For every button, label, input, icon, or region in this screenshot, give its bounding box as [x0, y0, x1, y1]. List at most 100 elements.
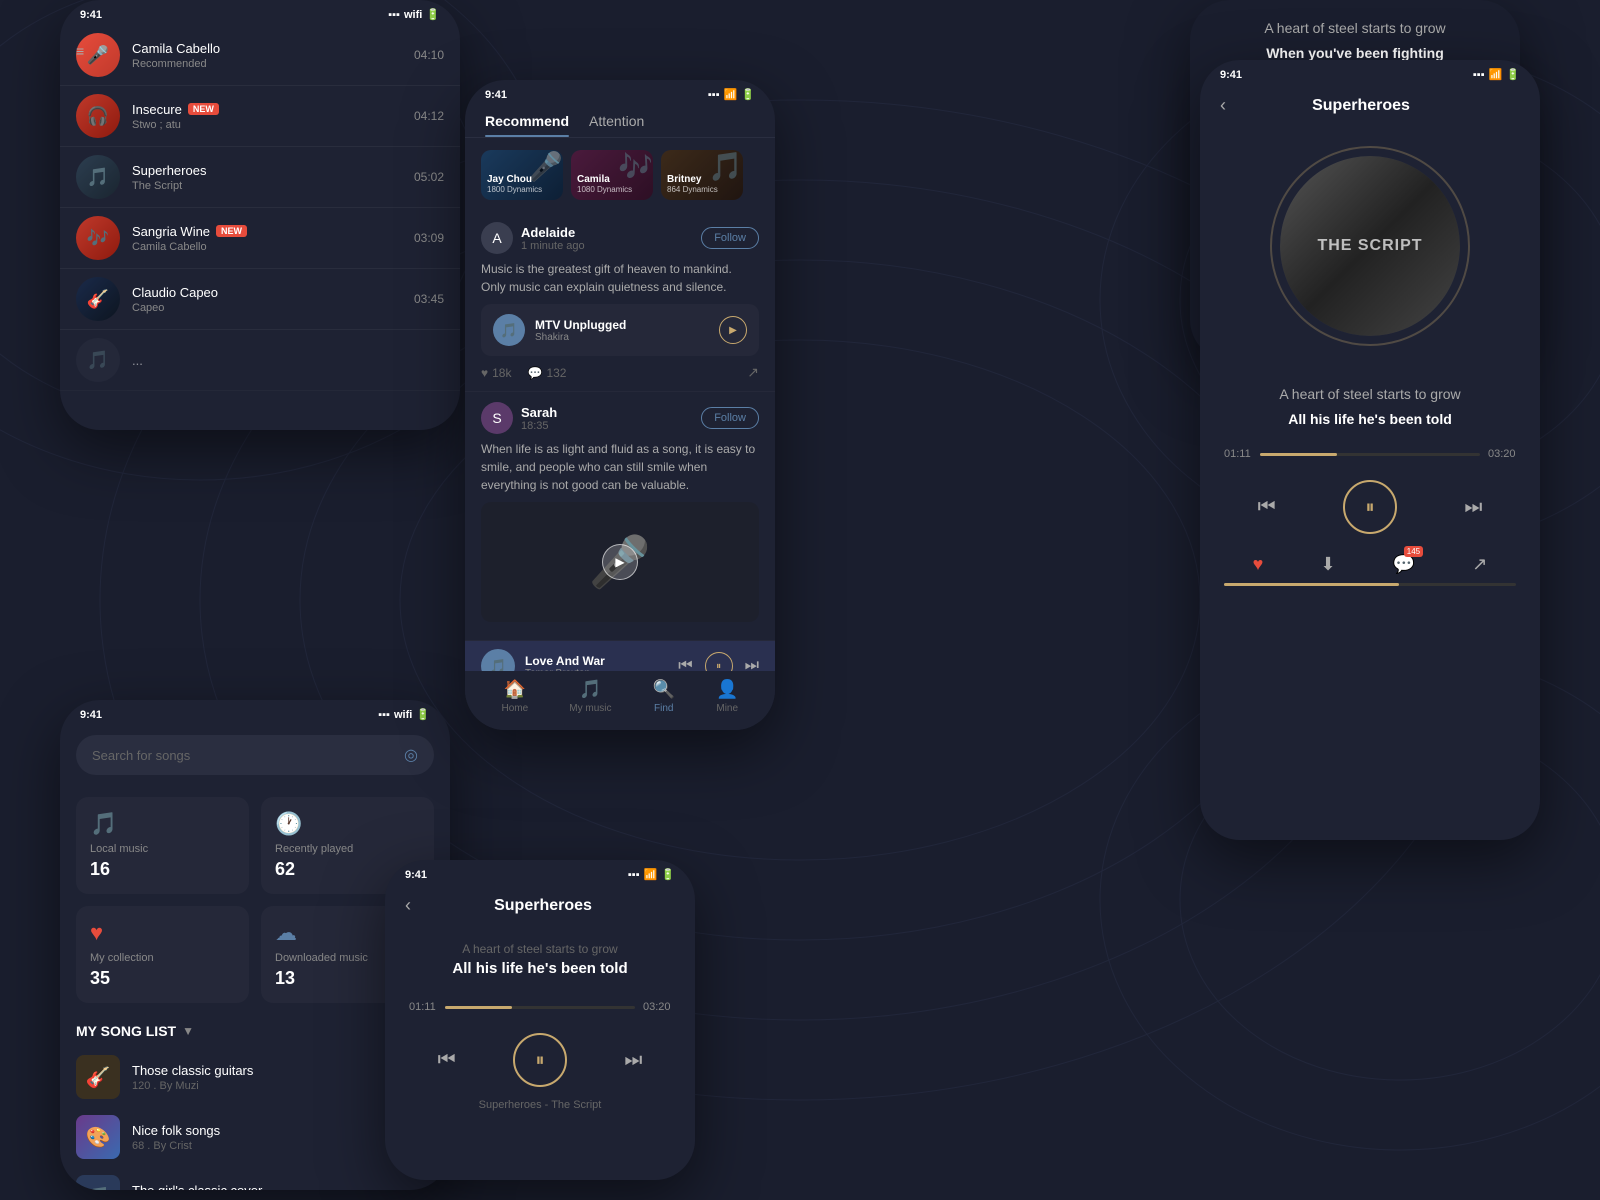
rec-card-1[interactable]: 🎶 Camila 1080 Dynamics — [571, 150, 653, 200]
follow-button-1[interactable]: Follow — [701, 407, 759, 429]
heart-button-pf[interactable]: ♥ — [1253, 554, 1264, 575]
album-art-bw: THE SCRIPT — [1280, 156, 1460, 336]
rec-card-name-1: Camila — [577, 174, 647, 185]
song-avatar-1: 🎧 — [76, 94, 120, 138]
play-circle-1[interactable]: ▶ — [602, 544, 638, 580]
nav-mymusic[interactable]: 🎵 My music — [569, 679, 611, 714]
signal-icon-lb: ▪▪▪ — [628, 869, 640, 881]
embed-avatar-0: 🎵 — [493, 314, 525, 346]
song-subtitle-2: The Script — [132, 180, 402, 192]
progress-track-lb[interactable] — [445, 1006, 635, 1009]
playlist-thumb-1: 🎨 — [76, 1115, 120, 1159]
song-item-3[interactable]: 🎶 Sangria Wine NEW Camila Cabello 03:09 — [60, 208, 460, 269]
song-duration-0: 04:10 — [414, 48, 444, 62]
subtitle-lb: Superheroes - The Script — [385, 1099, 695, 1119]
post-image-1: 🎤 ▶ — [481, 502, 759, 622]
album-art-inner: THE SCRIPT — [1280, 156, 1460, 336]
song-subtitle-3: Camila Cabello — [132, 241, 402, 253]
nav-home[interactable]: 🏠 Home — [502, 679, 529, 714]
library-card-local[interactable]: 🎵 Local music 16 — [76, 797, 249, 894]
song-subtitle-0: Recommended — [132, 58, 402, 70]
song-title-1: Insecure NEW — [132, 102, 402, 117]
progress-fill-pf — [1260, 453, 1337, 456]
wifi-icon-pf: 📶 — [1489, 68, 1503, 81]
rec-card-name-2: Britney — [667, 174, 737, 185]
recommend-cards: 🎤 Jay Chou 1800 Dynamics 🎶 Camila 1080 D… — [465, 138, 775, 212]
download-button-pf[interactable]: ⬇ — [1320, 554, 1335, 575]
song-item-4[interactable]: 🎸 Claudio Capeo Capeo 03:45 — [60, 269, 460, 330]
progress-bottom-pf[interactable] — [1224, 583, 1516, 586]
playlist-item-2[interactable]: 🎵 The girl's classic cover 45 . By Ava ⋮ — [60, 1167, 450, 1190]
embed-play-0[interactable]: ▶ — [719, 316, 747, 344]
player-controls-lb: ⏮ ⏸ ⏭ — [385, 1021, 695, 1099]
tab-recommend[interactable]: Recommend — [485, 113, 569, 137]
song-duration-2: 05:02 — [414, 170, 444, 184]
post-user-info-1: Sarah 18:35 — [521, 405, 693, 432]
playlist-info-1: Nice folk songs 68 . By Crist — [132, 1123, 406, 1152]
post-avatar-1: S — [481, 402, 513, 434]
song-info-3: Sangria Wine NEW Camila Cabello — [132, 224, 402, 253]
prev-button-pf[interactable]: ⏮ — [1258, 496, 1276, 519]
follow-button-0[interactable]: Follow — [701, 227, 759, 249]
share-0[interactable]: ↗ — [747, 364, 759, 381]
progress-track-pf[interactable] — [1260, 453, 1480, 456]
song-subtitle-1: Stwo ; atu — [132, 119, 402, 131]
comments-0[interactable]: 💬 132 — [527, 366, 566, 380]
song-info-1: Insecure NEW Stwo ; atu — [132, 102, 402, 131]
wifi-icon-1: wifi — [404, 9, 422, 21]
nav-find[interactable]: 🔍 Find — [653, 679, 675, 714]
status-bar-feed: 9:41 ▪▪▪ 📶 🔋 — [465, 80, 775, 105]
status-icons-1: ▪▪▪ wifi 🔋 — [388, 8, 440, 21]
progress-lb[interactable]: 01:11 03:20 — [385, 993, 695, 1021]
signal-icon-1: ▪▪▪ — [388, 9, 400, 21]
song-item-5[interactable]: 🎵 ... — [60, 330, 460, 391]
song-title-5: ... — [132, 353, 444, 368]
share-button-pf[interactable]: ↗ — [1472, 554, 1487, 575]
wifi-icon-lb: 📶 — [644, 868, 658, 881]
status-bar-1: 9:41 ▪▪▪ wifi 🔋 — [60, 0, 460, 25]
mini-title: Love And War — [525, 654, 668, 668]
time-end-lb: 03:20 — [643, 1001, 671, 1013]
next-button-pf[interactable]: ⏭ — [1464, 496, 1482, 519]
embed-title-0: MTV Unplugged — [535, 318, 709, 332]
next-button-lb[interactable]: ⏭ — [624, 1049, 642, 1072]
song-item-1[interactable]: 🎧 Insecure NEW Stwo ; atu 04:12 — [60, 86, 460, 147]
dots-menu-2[interactable]: ⋮ — [418, 1187, 434, 1190]
song-duration-4: 03:45 — [414, 292, 444, 306]
play-pause-button-pf[interactable]: ⏸ — [1343, 480, 1397, 534]
status-icons-lb: ▪▪▪ 📶 🔋 — [628, 868, 675, 881]
wifi-icon-lib: wifi — [394, 709, 412, 721]
status-time-feed: 9:41 — [485, 89, 507, 101]
new-badge-1: NEW — [188, 103, 219, 115]
time-start-lb: 01:11 — [409, 1001, 437, 1013]
phone-feed: 9:41 ▪▪▪ 📶 🔋 Recommend Attention 🎤 Jay C… — [465, 80, 775, 730]
library-card-collection[interactable]: ♥ My collection 35 — [76, 906, 249, 1003]
lyric-main-lb: All his life he's been told — [409, 960, 671, 977]
status-icons-feed: ▪▪▪ 📶 🔋 — [708, 88, 755, 101]
song-info-0: Camila Cabello Recommended — [132, 41, 402, 70]
rec-card-2[interactable]: 🎵 Britney 864 Dynamics — [661, 150, 743, 200]
likes-0[interactable]: ♥ 18k — [481, 366, 511, 380]
play-pause-button-lb[interactable]: ⏸ — [513, 1033, 567, 1087]
song-info-5: ... — [132, 353, 444, 368]
comment-button-pf[interactable]: 💬 145 — [1393, 554, 1415, 575]
nav-home-label: Home — [502, 703, 529, 714]
rec-card-dynamics-0: 1800 Dynamics — [487, 185, 557, 194]
signal-icon-pf: ▪▪▪ — [1473, 69, 1485, 81]
phone-lyrics-bottom: 9:41 ▪▪▪ 📶 🔋 ‹ Superheroes A heart of st… — [385, 860, 695, 1180]
nav-mine[interactable]: 👤 Mine — [716, 679, 738, 714]
bottom-nav: 🏠 Home 🎵 My music 🔍 Find 👤 Mine — [465, 671, 775, 730]
prev-button-lb[interactable]: ⏮ — [438, 1049, 456, 1072]
bars-icon: ≡ — [76, 43, 84, 59]
search-icon: ◎ — [404, 745, 418, 765]
rec-card-0[interactable]: 🎤 Jay Chou 1800 Dynamics — [481, 150, 563, 200]
music-embed-0[interactable]: 🎵 MTV Unplugged Shakira ▶ — [481, 304, 759, 356]
song-avatar-2: 🎵 — [76, 155, 120, 199]
song-item-0[interactable]: 🎤 Camila Cabello Recommended 04:10 — [60, 25, 460, 86]
playlist-name-1: Nice folk songs — [132, 1123, 406, 1138]
search-bar[interactable]: Search for songs ◎ — [76, 735, 434, 775]
progress-pf[interactable]: 01:11 03:20 — [1200, 440, 1540, 468]
song-item-2[interactable]: 🎵 Superheroes The Script 05:02 — [60, 147, 460, 208]
tab-attention[interactable]: Attention — [589, 113, 644, 137]
playlist-info-0: Those classic guitars 120 . By Muzi — [132, 1063, 406, 1092]
